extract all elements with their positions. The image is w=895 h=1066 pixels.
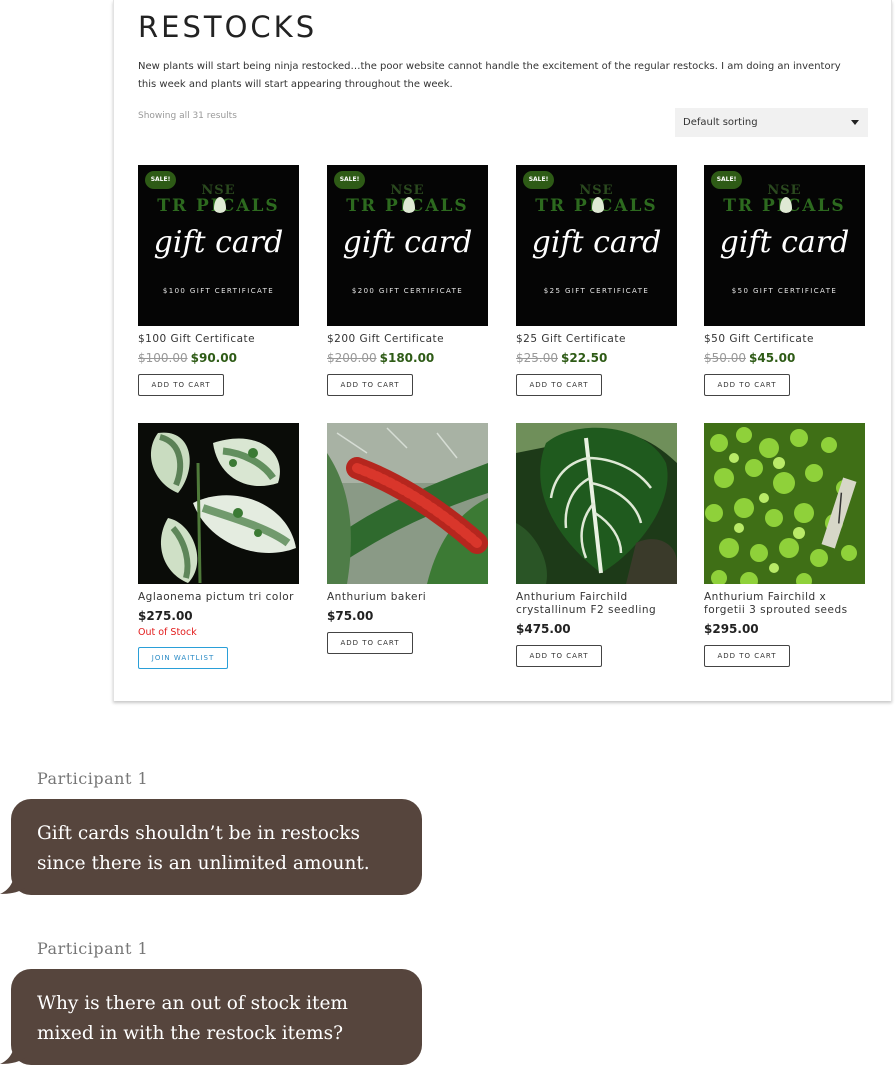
add-to-cart-button[interactable]: ADD TO CART xyxy=(704,374,790,396)
regular-price: $75.00 xyxy=(327,609,374,623)
product-card: NSE TR PICALS gift card $100 GIFT CERTIF… xyxy=(138,165,299,396)
certificate-text: $25 GIFT CERTIFICATE xyxy=(543,287,650,295)
product-image[interactable]: NSE TR PICALS gift card $100 GIFT CERTIF… xyxy=(138,165,299,326)
product-price: $475.00 xyxy=(516,622,677,636)
sale-price: $45.00 xyxy=(749,351,796,365)
product-card: NSE TR PICALS gift card $50 GIFT CERTIFI… xyxy=(704,165,865,396)
product-image[interactable]: NSE TR PICALS gift card $200 GIFT CERTIF… xyxy=(327,165,488,326)
anthurium-crystallinum-photo xyxy=(516,423,677,584)
product-card: Aglaonema pictum tri color $275.00 Out o… xyxy=(138,423,299,669)
sale-price: $180.00 xyxy=(379,351,435,365)
add-to-cart-button[interactable]: ADD TO CART xyxy=(138,374,224,396)
product-name[interactable]: Aglaonema pictum tri color xyxy=(138,591,299,604)
gift-card-script: gift card xyxy=(719,225,850,260)
product-price: $275.00 xyxy=(138,609,299,623)
sort-selected-label: Default sorting xyxy=(683,117,758,128)
sale-badge: SALE! xyxy=(145,171,176,189)
dropdown-caret-icon xyxy=(851,120,859,125)
leaf-logo-icon xyxy=(403,197,415,213)
regular-price: $275.00 xyxy=(138,609,193,623)
add-to-cart-button[interactable]: ADD TO CART xyxy=(516,645,602,667)
product-image[interactable]: NSE TR PICALS gift card $25 GIFT CERTIFI… xyxy=(516,165,677,326)
join-waitlist-button[interactable]: JOIN WAITLIST xyxy=(138,647,228,669)
anthurium-bakeri-photo xyxy=(327,423,488,584)
sale-badge: SALE! xyxy=(523,171,554,189)
product-name[interactable]: $100 Gift Certificate xyxy=(138,333,299,346)
original-price: $200.00 xyxy=(327,351,377,365)
comment-line: Why is there an out of stock item xyxy=(37,993,348,1014)
certificate-text: $100 GIFT CERTIFICATE xyxy=(162,287,275,295)
sort-select[interactable]: Default sorting xyxy=(675,108,868,137)
aglaonema-photo xyxy=(138,423,299,584)
product-card: Anthurium Fairchild crystallinum F2 seed… xyxy=(516,423,677,667)
out-of-stock-label: Out of Stock xyxy=(138,627,197,638)
product-card: Anthurium bakeri $75.00 ADD TO CART xyxy=(327,423,488,654)
add-to-cart-button[interactable]: ADD TO CART xyxy=(327,632,413,654)
sale-badge: SALE! xyxy=(334,171,365,189)
product-name[interactable]: $25 Gift Certificate xyxy=(516,333,677,346)
regular-price: $475.00 xyxy=(516,622,571,636)
leaf-logo-icon xyxy=(592,197,604,213)
leaf-logo-icon xyxy=(780,197,792,213)
comment-line: since there is an unlimited amount. xyxy=(37,853,370,874)
comment-line: Gift cards shouldn’t be in restocks xyxy=(37,823,360,844)
product-image[interactable] xyxy=(516,423,677,584)
product-image[interactable] xyxy=(704,423,865,584)
product-card: NSE TR PICALS gift card $25 GIFT CERTIFI… xyxy=(516,165,677,396)
product-name[interactable]: Anthurium Fairchild x forgetii 3 sproute… xyxy=(704,591,865,617)
add-to-cart-button[interactable]: ADD TO CART xyxy=(704,645,790,667)
original-price: $100.00 xyxy=(138,351,188,365)
product-name[interactable]: Anthurium Fairchild crystallinum F2 seed… xyxy=(516,591,677,617)
product-card: NSE TR PICALS gift card $200 GIFT CERTIF… xyxy=(327,165,488,396)
sale-price: $90.00 xyxy=(190,351,237,365)
gift-card-script: gift card xyxy=(153,225,284,260)
product-price: $200.00 $180.00 xyxy=(327,351,488,365)
regular-price: $295.00 xyxy=(704,622,759,636)
comment-line: mixed in with the restock items? xyxy=(37,1023,343,1044)
product-price: $50.00 $45.00 xyxy=(704,351,865,365)
page-title: RESTOCKS xyxy=(138,10,318,44)
comment-bubble: Why is there an out of stock item mixed … xyxy=(11,969,422,1065)
result-count: Showing all 31 results xyxy=(138,111,237,121)
comment-author: Participant 1 xyxy=(37,769,149,788)
sale-badge: SALE! xyxy=(711,171,742,189)
gift-card-script: gift card xyxy=(342,225,473,260)
product-image[interactable]: NSE TR PICALS gift card $50 GIFT CERTIFI… xyxy=(704,165,865,326)
gift-card-script: gift card xyxy=(531,225,662,260)
speech-bubble-tail-icon xyxy=(0,870,28,894)
leaf-logo-icon xyxy=(214,197,226,213)
product-name[interactable]: $200 Gift Certificate xyxy=(327,333,488,346)
product-card: Anthurium Fairchild x forgetii 3 sproute… xyxy=(704,423,865,667)
comment-bubble: Gift cards shouldn’t be in restocks sinc… xyxy=(11,799,422,895)
certificate-text: $200 GIFT CERTIFICATE xyxy=(351,287,464,295)
product-image[interactable] xyxy=(327,423,488,584)
product-name[interactable]: Anthurium bakeri xyxy=(327,591,488,604)
comment-author: Participant 1 xyxy=(37,939,149,958)
product-price: $75.00 xyxy=(327,609,488,623)
product-name[interactable]: $50 Gift Certificate xyxy=(704,333,865,346)
add-to-cart-button[interactable]: ADD TO CART xyxy=(516,374,602,396)
product-image[interactable] xyxy=(138,423,299,584)
intro-text: New plants will start being ninja restoc… xyxy=(138,61,841,90)
certificate-text: $50 GIFT CERTIFICATE xyxy=(731,287,838,295)
sale-price: $22.50 xyxy=(561,351,608,365)
product-price: $25.00 $22.50 xyxy=(516,351,677,365)
seedlings-on-moss-photo xyxy=(704,423,865,584)
original-price: $25.00 xyxy=(516,351,558,365)
product-price: $295.00 xyxy=(704,622,865,636)
product-price: $100.00 $90.00 xyxy=(138,351,299,365)
add-to-cart-button[interactable]: ADD TO CART xyxy=(327,374,413,396)
original-price: $50.00 xyxy=(704,351,746,365)
speech-bubble-tail-icon xyxy=(0,1040,28,1064)
shop-panel: RESTOCKS New plants will start being nin… xyxy=(113,0,892,701)
